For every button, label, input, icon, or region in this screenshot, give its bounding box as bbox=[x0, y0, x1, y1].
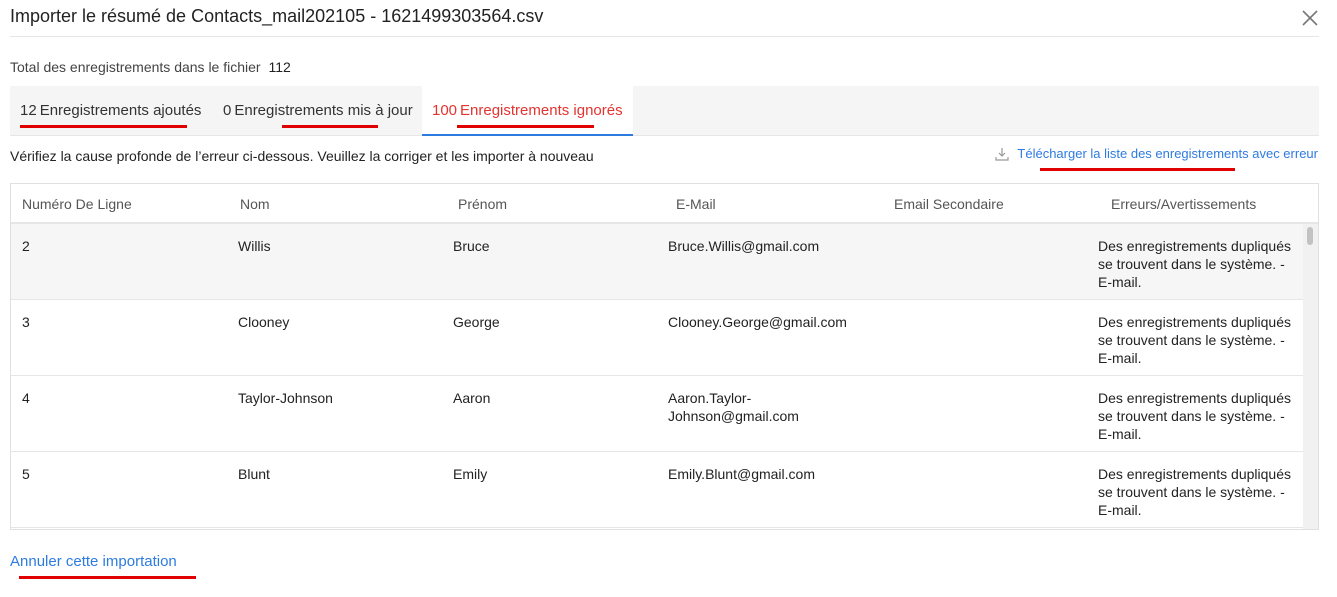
cell-erreur: Des enregistrements dupliqués se trouven… bbox=[1098, 390, 1291, 442]
column-header-prenom: Prénom bbox=[458, 196, 508, 212]
cell-line: 4 bbox=[22, 390, 30, 406]
tab-added[interactable]: 12 Enregistrements ajoutés bbox=[10, 86, 211, 136]
cell-prenom: Aaron bbox=[453, 390, 491, 406]
download-icon bbox=[995, 147, 1010, 161]
table-row[interactable]: 3 Clooney George Clooney.George@gmail.co… bbox=[11, 300, 1303, 376]
cell-line: 5 bbox=[22, 466, 30, 482]
cell-line: 3 bbox=[22, 314, 30, 330]
total-value: 112 bbox=[268, 59, 291, 75]
column-header-email-secondaire: Email Secondaire bbox=[894, 196, 1004, 212]
tab-updated[interactable]: 0 Enregistrements mis à jour bbox=[214, 86, 422, 136]
title-prefix: Importer le résumé de bbox=[10, 6, 187, 26]
annotation-underline bbox=[457, 125, 594, 128]
table-row[interactable]: 4 Taylor-Johnson Aaron Aaron.Taylor-John… bbox=[11, 376, 1303, 452]
cell-email: Clooney.George@gmail.com bbox=[668, 314, 847, 330]
total-records: Total des enregistrements dans le fichie… bbox=[10, 59, 291, 75]
table-scrollbar[interactable] bbox=[1303, 224, 1318, 529]
cell-erreur: Des enregistrements dupliqués se trouven… bbox=[1098, 314, 1291, 366]
cell-email: Bruce.Willis@gmail.com bbox=[668, 238, 820, 254]
annotation-underline bbox=[19, 576, 196, 579]
annotation-underline bbox=[1040, 168, 1235, 171]
cell-nom: Clooney bbox=[238, 314, 290, 330]
annotation-underline bbox=[20, 125, 187, 128]
cell-nom: Taylor-Johnson bbox=[238, 390, 333, 406]
dialog-title: Importer le résumé de Contacts_mail20210… bbox=[10, 6, 543, 27]
cell-email: Emily.Blunt@gmail.com bbox=[668, 466, 815, 482]
tab-count: 0 bbox=[223, 102, 232, 119]
cell-prenom: George bbox=[453, 314, 500, 330]
download-error-list-link[interactable]: Télécharger la liste des enregistrements… bbox=[995, 146, 1318, 161]
cell-prenom: Bruce bbox=[453, 238, 490, 254]
tab-label: Enregistrements ajoutés bbox=[39, 102, 202, 119]
tab-count: 12 bbox=[20, 102, 37, 119]
cell-nom: Blunt bbox=[238, 466, 270, 482]
tab-skipped[interactable]: 100 Enregistrements ignorés bbox=[422, 86, 633, 136]
column-header-nom: Nom bbox=[240, 196, 270, 212]
error-instructions: Vérifiez la cause profonde de l’erreur c… bbox=[10, 148, 594, 164]
column-header-erreurs: Erreurs/Avertissements bbox=[1111, 196, 1257, 212]
column-header-line: Numéro De Ligne bbox=[22, 196, 132, 212]
download-label: Télécharger la liste des enregistrements… bbox=[1017, 146, 1318, 161]
cell-erreur: Des enregistrements dupliqués se trouven… bbox=[1098, 466, 1291, 518]
cell-line: 2 bbox=[22, 238, 30, 254]
table-row[interactable]: 2 Willis Bruce Bruce.Willis@gmail.com De… bbox=[11, 224, 1303, 300]
table-header: Numéro De Ligne Nom Prénom E-Mail Email … bbox=[11, 184, 1318, 224]
file-name: Contacts_mail202105 - 1621499303564.csv bbox=[191, 6, 544, 26]
tab-label: Enregistrements ignorés bbox=[460, 102, 623, 119]
cell-email: Aaron.Taylor-Johnson@gmail.com bbox=[668, 390, 799, 424]
cell-erreur: Des enregistrements dupliqués se trouven… bbox=[1098, 238, 1291, 290]
cell-prenom: Emily bbox=[453, 466, 488, 482]
title-divider bbox=[10, 36, 1319, 37]
tab-count: 100 bbox=[432, 102, 458, 119]
total-label: Total des enregistrements dans le fichie… bbox=[10, 59, 261, 75]
table-row[interactable]: 5 Blunt Emily Emily.Blunt@gmail.com Des … bbox=[11, 452, 1303, 528]
skipped-records-table: Numéro De Ligne Nom Prénom E-Mail Email … bbox=[10, 183, 1319, 530]
table-body: 2 Willis Bruce Bruce.Willis@gmail.com De… bbox=[11, 224, 1303, 529]
result-tabs: 12 Enregistrements ajoutés 0 Enregistremen… bbox=[10, 86, 1319, 136]
scrollbar-thumb[interactable] bbox=[1307, 227, 1313, 245]
annotation-underline bbox=[282, 125, 378, 128]
close-button[interactable] bbox=[1300, 8, 1320, 28]
column-header-email: E-Mail bbox=[676, 196, 716, 212]
close-icon bbox=[1302, 10, 1318, 26]
cell-nom: Willis bbox=[238, 238, 271, 254]
cancel-import-link[interactable]: Annuler cette importation bbox=[10, 553, 177, 570]
tab-label: Enregistrements mis à jour bbox=[234, 102, 413, 119]
